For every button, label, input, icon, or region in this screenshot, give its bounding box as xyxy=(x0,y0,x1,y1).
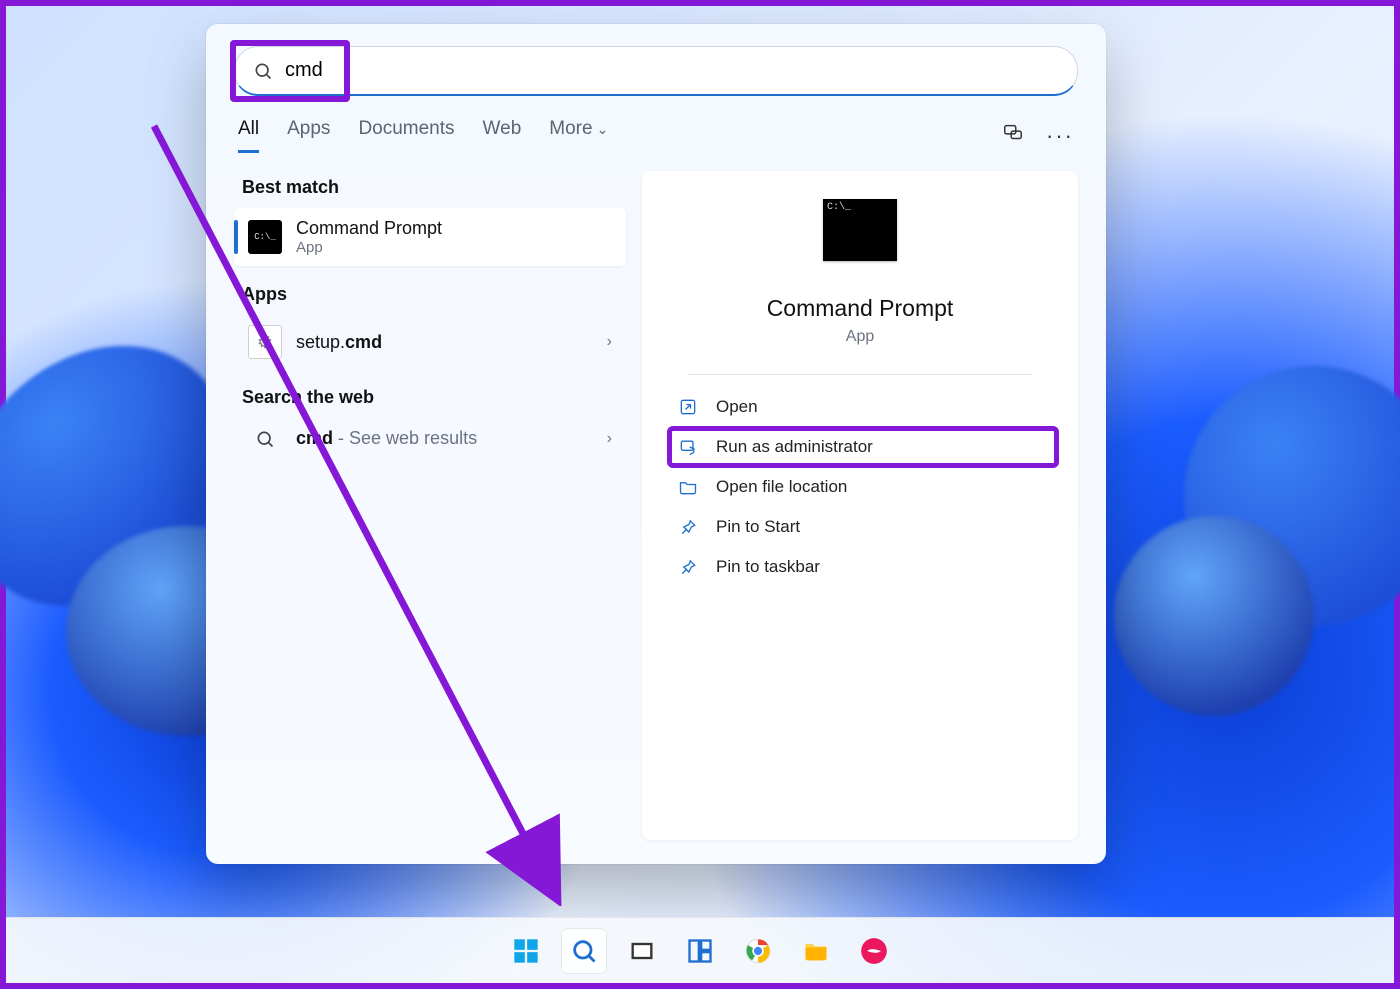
tab-documents[interactable]: Documents xyxy=(358,118,454,153)
folder-icon xyxy=(802,937,830,965)
windows-logo-icon xyxy=(512,937,540,965)
taskbar-file-explorer-button[interactable] xyxy=(794,929,838,973)
chevron-down-icon: ⌄ xyxy=(597,121,609,137)
section-best-match: Best match xyxy=(242,177,626,198)
action-run-as-administrator[interactable]: Run as administrator xyxy=(670,429,1056,465)
feedback-icon[interactable] xyxy=(1002,122,1024,149)
taskbar-chrome-button[interactable] xyxy=(736,929,780,973)
tab-all[interactable]: All xyxy=(238,118,259,153)
search-icon xyxy=(253,61,273,81)
tab-web[interactable]: Web xyxy=(483,118,522,153)
result-title: setup.cmd xyxy=(296,332,382,353)
pin-icon xyxy=(678,557,698,577)
taskbar-search-button[interactable] xyxy=(562,929,606,973)
action-pin-to-taskbar[interactable]: Pin to taskbar xyxy=(670,549,1056,585)
taskbar-task-view-button[interactable] xyxy=(620,929,664,973)
folder-icon xyxy=(678,477,698,497)
divider xyxy=(688,374,1033,375)
command-prompt-icon: C:\_ xyxy=(823,199,897,261)
file-icon: ⚙ xyxy=(248,325,282,359)
result-title: Command Prompt xyxy=(296,218,442,239)
shield-admin-icon xyxy=(678,437,698,457)
widgets-icon xyxy=(686,937,714,965)
chrome-icon xyxy=(744,937,772,965)
taskbar-app-button[interactable] xyxy=(852,929,896,973)
section-search-web: Search the web xyxy=(242,387,626,408)
taskbar xyxy=(6,917,1394,983)
action-pin-to-start[interactable]: Pin to Start xyxy=(670,509,1056,545)
open-icon xyxy=(678,397,698,417)
pin-icon xyxy=(678,517,698,537)
result-web-cmd[interactable]: cmd - See web results › xyxy=(234,418,626,459)
result-command-prompt[interactable]: C:\_ Command Prompt App xyxy=(234,208,626,266)
preview-title: Command Prompt xyxy=(767,295,954,322)
search-input[interactable] xyxy=(285,59,1059,82)
result-setup-cmd[interactable]: ⚙ setup.cmd › xyxy=(234,315,626,369)
result-title: cmd - See web results xyxy=(296,428,477,449)
app-icon xyxy=(860,937,888,965)
task-view-icon xyxy=(628,937,656,965)
preview-pane: C:\_ Command Prompt App Open Run as admi… xyxy=(642,171,1078,840)
action-open[interactable]: Open xyxy=(670,389,1056,425)
section-apps: Apps xyxy=(242,284,626,305)
search-icon xyxy=(255,429,275,449)
taskbar-widgets-button[interactable] xyxy=(678,929,722,973)
tab-apps[interactable]: Apps xyxy=(287,118,330,153)
taskbar-start-button[interactable] xyxy=(504,929,548,973)
action-open-file-location[interactable]: Open file location xyxy=(670,469,1056,505)
preview-subtitle: App xyxy=(846,328,874,346)
tab-more[interactable]: More⌄ xyxy=(549,118,608,153)
search-icon xyxy=(570,937,598,965)
result-subtitle: App xyxy=(296,239,442,256)
start-search-panel: All Apps Documents Web More⌄ ··· Best ma… xyxy=(206,24,1106,864)
command-prompt-icon: C:\_ xyxy=(248,220,282,254)
chevron-right-icon: › xyxy=(607,333,612,351)
more-options-icon[interactable]: ··· xyxy=(1046,123,1074,149)
chevron-right-icon: › xyxy=(607,430,612,448)
results-column: Best match C:\_ Command Prompt App Apps … xyxy=(234,171,626,840)
search-box[interactable] xyxy=(234,46,1078,96)
